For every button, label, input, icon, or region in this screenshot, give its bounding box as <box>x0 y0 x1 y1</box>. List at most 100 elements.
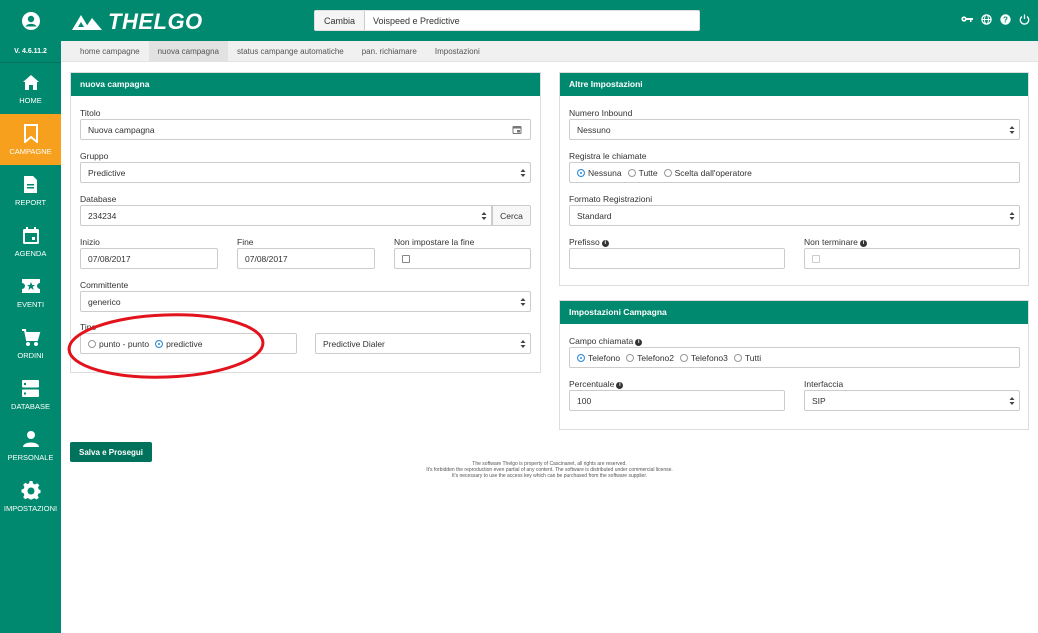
sidebar-item-label: EVENTI <box>16 300 45 309</box>
sidebar-item-report[interactable]: REPORT <box>0 165 61 216</box>
fine-label: Fine <box>237 237 254 247</box>
gruppo-value: Predictive <box>88 167 126 178</box>
committente-select[interactable]: generico <box>80 291 531 312</box>
tab-pan-richiamare[interactable]: pan. richiamare <box>353 41 426 62</box>
info-icon[interactable]: i <box>616 382 624 389</box>
tab-impostazioni[interactable]: Impostazioni <box>426 41 489 62</box>
prefisso-input[interactable] <box>569 248 785 269</box>
sidebar-item-campagne[interactable]: CAMPAGNE <box>0 114 61 165</box>
power-icon[interactable] <box>1018 13 1030 25</box>
committente-value: generico <box>88 296 121 307</box>
radio-tutti[interactable] <box>733 353 742 362</box>
non-terminare-checkbox[interactable] <box>812 254 820 263</box>
formato-select[interactable]: Standard <box>569 205 1020 226</box>
non-fine-field <box>394 248 531 269</box>
tab-status-campagne[interactable]: status campange automatiche <box>228 41 353 62</box>
key-icon[interactable] <box>961 13 973 25</box>
fine-date-input[interactable]: 07/08/2017 <box>237 248 375 269</box>
select-arrows-icon <box>520 298 526 306</box>
non-terminare-label-wrap: Non terminare i <box>804 237 867 247</box>
campo-radio-group: Telefono Telefono2 Telefono3 Tutti <box>569 347 1020 368</box>
person-icon <box>21 429 41 449</box>
campo-option-telefono[interactable]: Telefono <box>577 353 620 363</box>
percentuale-value: 100 <box>577 395 592 406</box>
sidebar-item-agenda[interactable]: AGENDA <box>0 216 61 267</box>
info-icon[interactable]: i <box>859 240 867 247</box>
inbound-label: Numero Inbound <box>569 108 633 118</box>
cambia-button[interactable]: Cambia <box>315 11 366 30</box>
inbound-select[interactable]: Nessuno <box>569 119 1020 140</box>
user-avatar[interactable] <box>0 0 61 41</box>
sidebar-item-personale[interactable]: PERSONALE <box>0 420 61 471</box>
ticket-icon <box>21 276 41 296</box>
help-icon[interactable]: ? <box>999 13 1011 25</box>
select-arrows-icon <box>1009 212 1015 220</box>
radio-nessuna[interactable] <box>577 168 585 177</box>
radio-punto[interactable] <box>88 339 96 348</box>
document-icon <box>21 174 41 194</box>
cerca-button[interactable]: Cerca <box>492 205 531 226</box>
select-arrows-icon <box>1009 397 1015 405</box>
titolo-input[interactable]: Nuova campagna <box>80 119 531 140</box>
info-icon[interactable]: i <box>601 240 609 247</box>
registra-option-tutte[interactable]: Tutte <box>627 167 658 178</box>
sidebar: V. 4.6.11.2 HOME CAMPAGNE REPORT AGENDA … <box>0 0 61 633</box>
nuova-campagna-panel: nuova campagna Titolo Nuova campagna Gru… <box>70 72 541 373</box>
dialer-select[interactable]: Predictive Dialer <box>315 333 531 354</box>
registra-option-label: Tutte <box>638 167 658 178</box>
inizio-label: Inizio <box>80 237 100 247</box>
sidebar-item-home[interactable]: HOME <box>0 63 61 114</box>
cart-icon <box>21 327 41 347</box>
sidebar-item-label: CAMPAGNE <box>9 147 52 156</box>
sidebar-item-impostazioni[interactable]: IMPOSTAZIONI <box>0 471 61 522</box>
committente-label: Committente <box>80 280 129 290</box>
registra-option-scelta[interactable]: Scelta dall'operatore <box>663 168 752 178</box>
radio-predictive[interactable] <box>155 339 164 348</box>
save-and-continue-button[interactable]: Salva e Prosegui <box>70 442 152 462</box>
radio-scelta[interactable] <box>663 168 672 177</box>
radio-telefono3[interactable] <box>680 353 689 362</box>
non-fine-checkbox[interactable] <box>402 254 410 263</box>
gruppo-select[interactable]: Predictive <box>80 162 531 183</box>
sidebar-item-database[interactable]: DATABASE <box>0 369 61 420</box>
panel-title: Altre Impostazioni <box>560 73 1028 96</box>
radio-telefono[interactable] <box>577 353 585 362</box>
globe-icon[interactable] <box>980 13 992 25</box>
info-icon[interactable]: i <box>635 339 643 346</box>
select-arrows-icon <box>520 169 526 177</box>
panel-title: Impostazioni Campagna <box>560 301 1028 324</box>
sidebar-item-ordini[interactable]: ORDINI <box>0 318 61 369</box>
radio-tutte[interactable] <box>627 168 636 177</box>
tipo-option-punto[interactable]: punto - punto <box>88 339 149 349</box>
sidebar-item-label: REPORT <box>14 198 47 207</box>
tipo-option-predictive[interactable]: predictive <box>155 339 203 349</box>
percentuale-input[interactable]: 100 <box>569 390 785 411</box>
sidebar-item-eventi[interactable]: EVENTI <box>0 267 61 318</box>
campo-option-tutti[interactable]: Tutti <box>733 353 761 363</box>
calendar-edit-icon[interactable] <box>512 125 522 135</box>
radio-telefono2[interactable] <box>626 353 635 362</box>
interfaccia-label: Interfaccia <box>804 379 844 389</box>
sidebar-item-label: DATABASE <box>11 402 50 411</box>
database-select[interactable]: 234234 <box>80 205 492 226</box>
registra-option-nessuna[interactable]: Nessuna <box>577 168 622 178</box>
non-terminare-field <box>804 248 1020 269</box>
interfaccia-select[interactable]: SIP <box>804 390 1020 411</box>
percentuale-label-wrap: Percentuale i <box>569 379 624 389</box>
tab-nuova-campagna[interactable]: nuova campagna <box>148 41 228 62</box>
brand-name: THELGO <box>108 9 203 34</box>
campo-option-telefono3[interactable]: Telefono3 <box>680 353 728 363</box>
tab-home-campagne[interactable]: home campagne <box>71 41 149 62</box>
campo-option-telefono2[interactable]: Telefono2 <box>626 353 674 363</box>
top-icons: ? <box>961 13 1030 25</box>
sidebar-item-label: HOME <box>19 96 42 105</box>
current-campaign-input[interactable]: Voispeed e Predictive <box>365 16 460 26</box>
registra-option-label: Nessuna <box>588 167 622 178</box>
user-icon[interactable] <box>21 11 41 31</box>
logo[interactable]: THELGO <box>71 9 203 35</box>
tab-bar: home campagne nuova campagna status camp… <box>61 41 1038 62</box>
gruppo-label: Gruppo <box>80 151 109 161</box>
registra-label: Registra le chiamate <box>569 151 647 161</box>
inizio-date-input[interactable]: 07/08/2017 <box>80 248 218 269</box>
impostazioni-campagna-panel: Impostazioni Campagna Campo chiamata i Te… <box>559 300 1029 430</box>
